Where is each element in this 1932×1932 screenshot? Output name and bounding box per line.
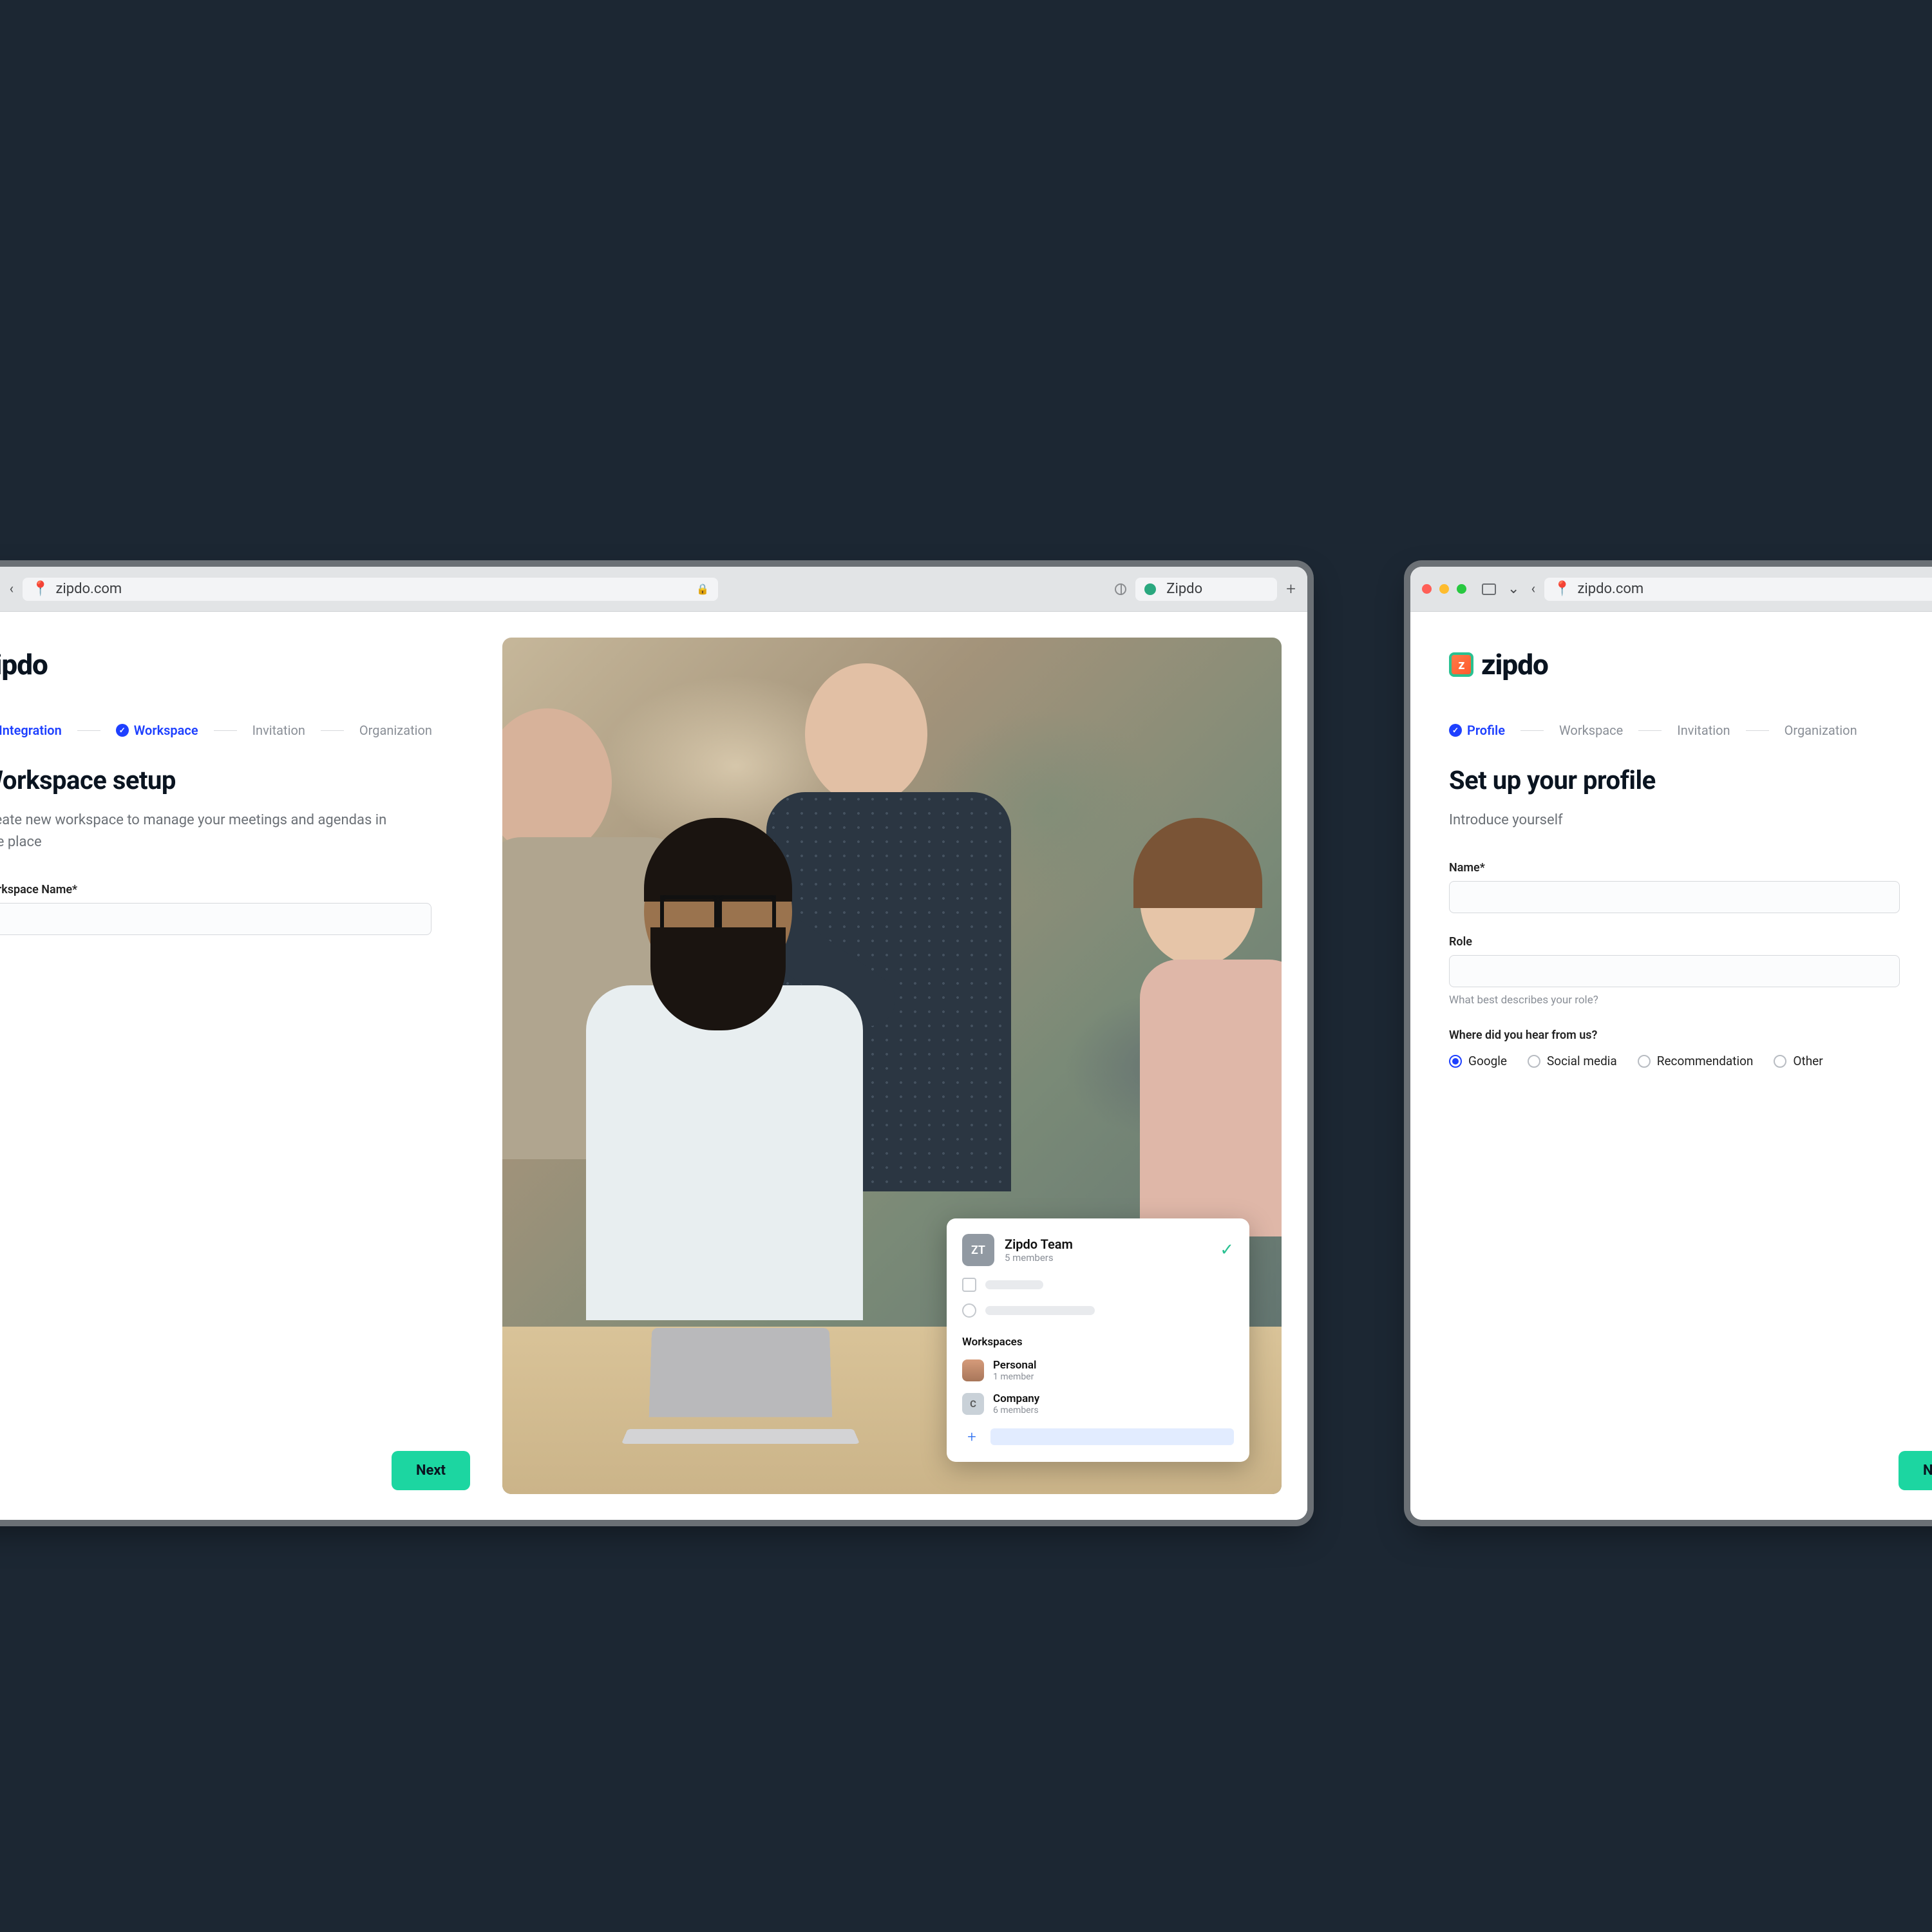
add-workspace-row[interactable]: + bbox=[962, 1427, 1234, 1446]
hear-label: Where did you hear from us? bbox=[1449, 1028, 1932, 1042]
placeholder-line bbox=[985, 1306, 1095, 1315]
radio-other[interactable]: Other bbox=[1774, 1054, 1823, 1068]
page-title: Workspace setup bbox=[0, 765, 464, 795]
page-subtitle: Create new workspace to manage your meet… bbox=[0, 810, 393, 853]
radio-social-media[interactable]: Social media bbox=[1528, 1054, 1617, 1068]
radio-icon bbox=[1638, 1055, 1651, 1068]
person-4 bbox=[1140, 831, 1282, 1236]
step-profile[interactable]: ✓Profile bbox=[1449, 723, 1505, 738]
compass-icon: 📍 bbox=[1553, 581, 1571, 597]
workspace-name-input[interactable] bbox=[0, 903, 431, 935]
lock-icon: 🔒 bbox=[696, 583, 709, 595]
next-button[interactable]: Next bbox=[1899, 1451, 1932, 1490]
back-icon[interactable]: ‹ bbox=[1531, 581, 1535, 597]
address-bar[interactable]: 📍 zipdo.com 🔒 bbox=[1544, 578, 1932, 601]
gear-icon bbox=[962, 1303, 976, 1318]
onboarding-stepper: ✓Integration ✓Workspace Invitation Organ… bbox=[0, 723, 464, 738]
new-tab-icon[interactable]: + bbox=[1286, 580, 1296, 599]
minimize-icon[interactable] bbox=[1439, 584, 1449, 594]
step-workspace[interactable]: ✓Workspace bbox=[116, 723, 198, 738]
page-title: Set up your profile bbox=[1449, 765, 1932, 795]
radio-recommendation[interactable]: Recommendation bbox=[1638, 1054, 1754, 1068]
team-photo: ZT Zipdo Team 5 members ✓ Workspaces bbox=[502, 638, 1282, 1494]
calendar-icon bbox=[962, 1278, 976, 1292]
page-subtitle: Introduce yourself bbox=[1449, 810, 1861, 831]
compass-icon: 📍 bbox=[32, 581, 49, 597]
next-button[interactable]: Next bbox=[392, 1451, 470, 1490]
team-name: Zipdo Team bbox=[1005, 1236, 1073, 1252]
browser-window-workspace: ⌄ ‹ 📍 zipdo.com 🔒 Zipdo + zipdo ✓In bbox=[0, 567, 1307, 1520]
brand-mark-icon: z bbox=[1449, 652, 1473, 677]
window-traffic-lights[interactable] bbox=[1422, 584, 1466, 594]
check-icon: ✓ bbox=[1449, 724, 1462, 737]
workspace-avatar: C bbox=[962, 1393, 984, 1415]
close-icon[interactable] bbox=[1422, 584, 1432, 594]
radio-icon bbox=[1528, 1055, 1540, 1068]
url-text: zipdo.com bbox=[1577, 581, 1643, 597]
maximize-icon[interactable] bbox=[1457, 584, 1466, 594]
radio-icon bbox=[1774, 1055, 1786, 1068]
step-workspace[interactable]: Workspace bbox=[1559, 723, 1623, 738]
browser-chrome: ⌄ ‹ 📍 zipdo.com 🔒 bbox=[1410, 567, 1932, 612]
workspace-item-company[interactable]: C Company6 members bbox=[962, 1392, 1234, 1416]
browser-chrome: ⌄ ‹ 📍 zipdo.com 🔒 Zipdo + bbox=[0, 567, 1307, 612]
chevron-down-icon[interactable]: ⌄ bbox=[1508, 581, 1519, 597]
step-organization[interactable]: Organization bbox=[359, 723, 432, 738]
tab-label: Zipdo bbox=[1166, 581, 1202, 597]
brand-text: zipdo bbox=[0, 648, 48, 681]
workspaces-section-label: Workspaces bbox=[962, 1336, 1234, 1349]
illustration-panel: ZT Zipdo Team 5 members ✓ Workspaces bbox=[502, 612, 1307, 1520]
role-hint: What best describes your role? bbox=[1449, 994, 1932, 1007]
url-text: zipdo.com bbox=[55, 581, 122, 597]
check-icon: ✓ bbox=[1220, 1240, 1234, 1260]
globe-icon[interactable] bbox=[1115, 583, 1126, 595]
hear-radio-group: Google Social media Recommendation Other bbox=[1449, 1054, 1932, 1068]
browser-tab[interactable]: Zipdo bbox=[1135, 578, 1277, 601]
team-members: 5 members bbox=[1005, 1252, 1073, 1264]
role-input[interactable] bbox=[1449, 955, 1900, 987]
team-avatar: ZT bbox=[962, 1234, 994, 1266]
workspace-avatar bbox=[962, 1359, 984, 1381]
step-invitation[interactable]: Invitation bbox=[252, 723, 305, 738]
workspace-overlay-card: ZT Zipdo Team 5 members ✓ Workspaces bbox=[947, 1218, 1249, 1462]
brand-logo: z zipdo bbox=[1449, 648, 1932, 681]
brand-logo: zipdo bbox=[0, 648, 464, 681]
add-workspace-input[interactable] bbox=[990, 1428, 1234, 1445]
plus-icon: + bbox=[962, 1427, 981, 1446]
brand-text: zipdo bbox=[1481, 648, 1548, 681]
tab-favicon bbox=[1144, 583, 1156, 595]
browser-window-profile: ⌄ ‹ 📍 zipdo.com 🔒 z zipdo ✓Profile Works… bbox=[1410, 567, 1932, 1520]
step-invitation[interactable]: Invitation bbox=[1677, 723, 1730, 738]
placeholder-line bbox=[985, 1280, 1043, 1289]
person-2 bbox=[644, 831, 863, 1320]
step-integration[interactable]: ✓Integration bbox=[0, 723, 62, 738]
onboarding-stepper: ✓Profile Workspace Invitation Organizati… bbox=[1449, 723, 1932, 738]
check-icon: ✓ bbox=[116, 724, 129, 737]
back-icon[interactable]: ‹ bbox=[9, 581, 14, 597]
workspace-item-personal[interactable]: Personal1 member bbox=[962, 1359, 1234, 1382]
address-bar[interactable]: 📍 zipdo.com 🔒 bbox=[23, 578, 718, 601]
step-organization[interactable]: Organization bbox=[1785, 723, 1857, 738]
sidebar-toggle-icon[interactable] bbox=[1482, 583, 1496, 595]
workspace-name-label: Workspace Name* bbox=[0, 883, 464, 896]
radio-google[interactable]: Google bbox=[1449, 1054, 1507, 1068]
laptop bbox=[625, 1327, 857, 1449]
role-label: Role bbox=[1449, 935, 1932, 949]
radio-icon bbox=[1449, 1055, 1462, 1068]
name-input[interactable] bbox=[1449, 881, 1900, 913]
name-label: Name* bbox=[1449, 861, 1932, 875]
